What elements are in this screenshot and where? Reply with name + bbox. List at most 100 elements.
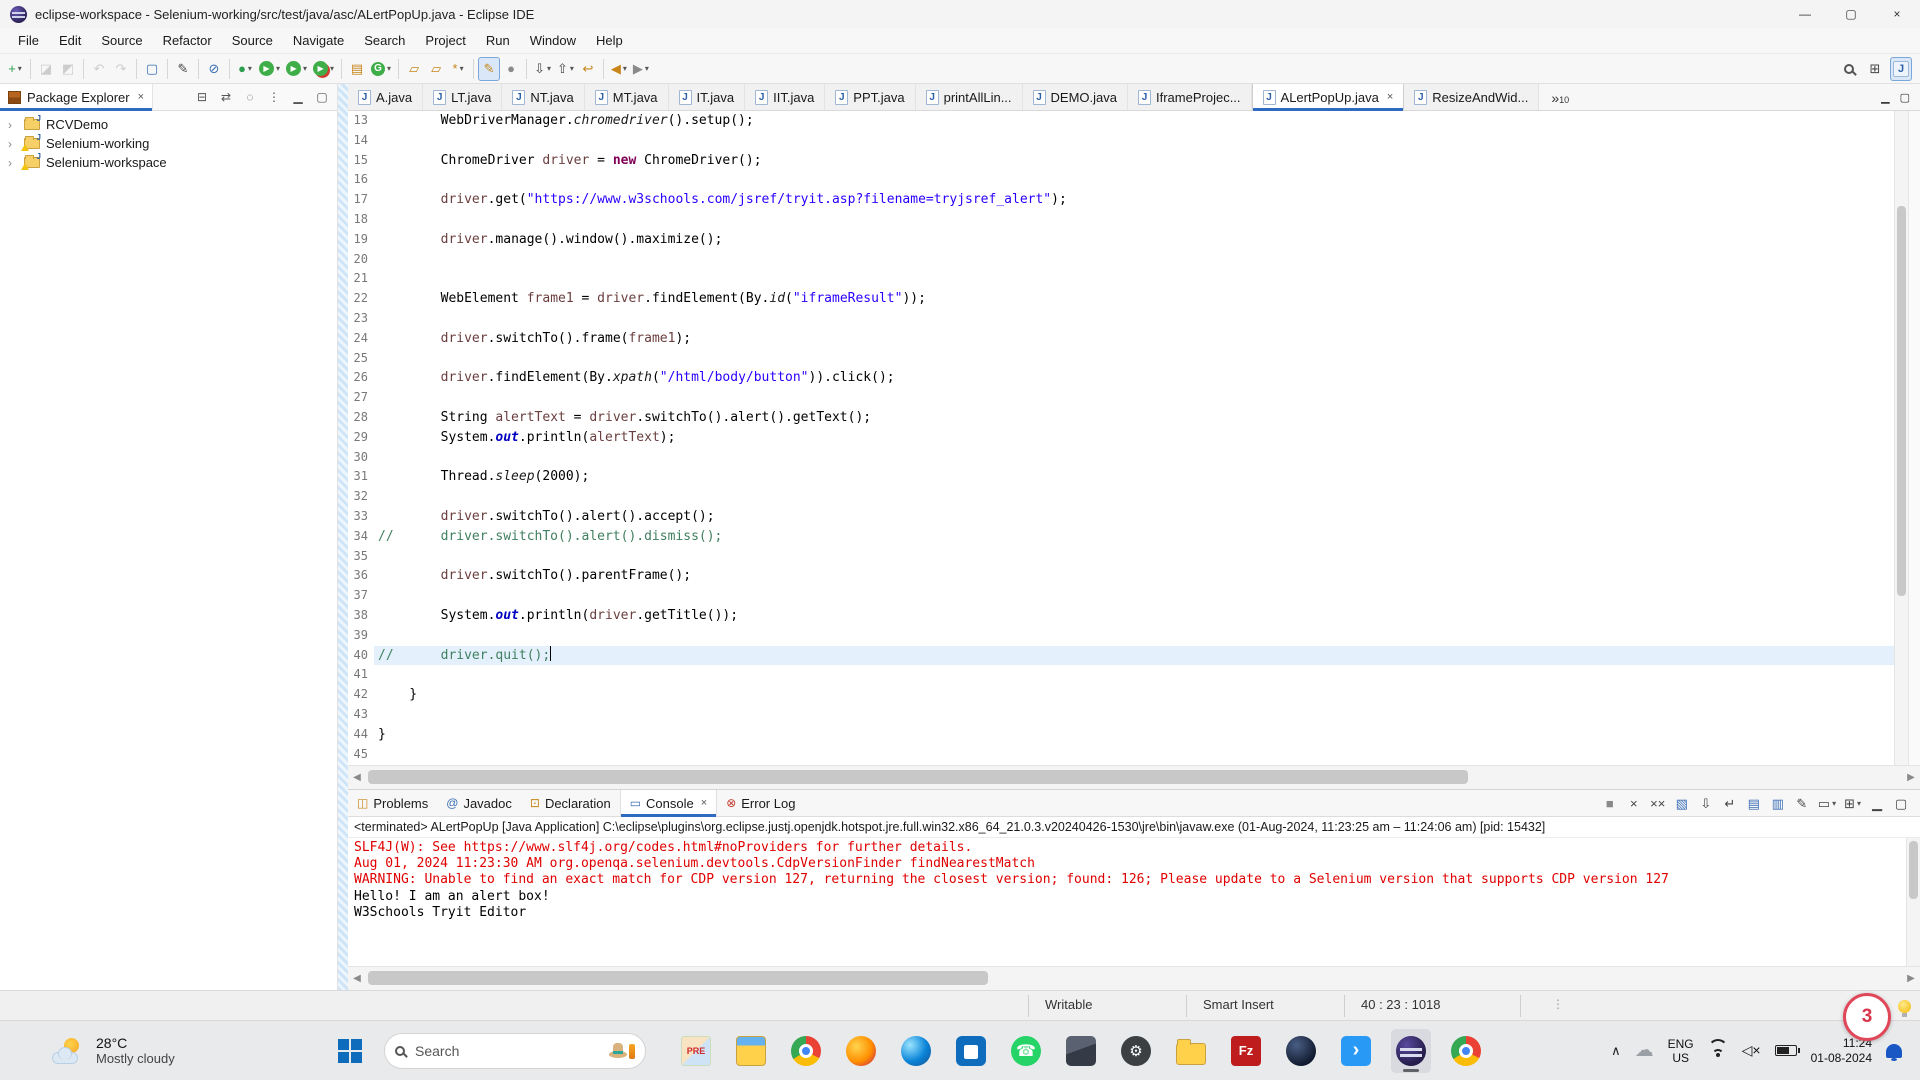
menu-navigate[interactable]: Navigate — [283, 28, 354, 54]
code-line-38[interactable]: 38 System.out.println(driver.getTitle())… — [348, 606, 1894, 626]
tray-chevron-icon[interactable]: ∧ — [1611, 1043, 1621, 1059]
line-number[interactable]: 13 — [348, 111, 374, 131]
wifi-icon[interactable] — [1708, 1043, 1728, 1059]
menu-search[interactable]: Search — [354, 28, 415, 54]
line-number[interactable]: 33 — [348, 507, 374, 527]
show-stdout-button[interactable]: ▤ — [1743, 791, 1765, 815]
menu-project[interactable]: Project — [415, 28, 475, 54]
line-number[interactable]: 43 — [348, 705, 374, 725]
undo-button[interactable]: ↶ — [88, 57, 110, 81]
line-number[interactable]: 19 — [348, 230, 374, 250]
code-line-18[interactable]: 18 — [348, 210, 1894, 230]
line-number[interactable]: 26 — [348, 368, 374, 388]
line-number[interactable]: 25 — [348, 349, 374, 369]
tree-item-selenium-workspace[interactable]: ›JSelenium-workspace — [0, 153, 337, 172]
editor-tab-iit-java[interactable]: JIIT.java — [745, 84, 825, 110]
menu-source[interactable]: Source — [222, 28, 283, 54]
code-line-43[interactable]: 43 — [348, 705, 1894, 725]
menu-source[interactable]: Source — [91, 28, 152, 54]
minimize-view-button[interactable]: ▁ — [289, 90, 307, 104]
lightbulb-icon[interactable] — [1898, 1000, 1911, 1013]
code-line-34[interactable]: 34// driver.switchTo().alert().dismiss()… — [348, 527, 1894, 547]
taskbar-app-browser-colorful[interactable] — [1446, 1029, 1486, 1073]
minimize-view-button[interactable]: ▁ — [1866, 791, 1888, 815]
line-number[interactable]: 14 — [348, 131, 374, 151]
quick-access-search-button[interactable] — [1838, 57, 1860, 81]
line-number[interactable]: 17 — [348, 190, 374, 210]
tree-item-rcvdemo[interactable]: ›JRCVDemo — [0, 115, 337, 134]
line-number[interactable]: 30 — [348, 448, 374, 468]
line-number[interactable]: 20 — [348, 250, 374, 270]
menu-help[interactable]: Help — [586, 28, 633, 54]
scroll-left-icon[interactable]: ◀ — [348, 973, 366, 984]
code-line-14[interactable]: 14 — [348, 131, 1894, 151]
code-line-44[interactable]: 44} — [348, 725, 1894, 745]
back-button-dropdown-icon[interactable]: ▾ — [623, 64, 627, 73]
insert-mode-status[interactable]: Smart Insert — [1203, 997, 1274, 1012]
mark-occurrences-button[interactable]: ✎ — [478, 57, 500, 81]
back-button[interactable]: ◀▾ — [608, 57, 630, 81]
debug-button[interactable]: ●▾ — [234, 57, 256, 81]
word-wrap-button[interactable]: ↵ — [1719, 791, 1741, 815]
tab-overflow-button[interactable]: » 10 — [1551, 90, 1569, 110]
menu-file[interactable]: File — [8, 28, 49, 54]
start-button[interactable] — [330, 1029, 370, 1073]
pin-editor-button[interactable]: ✎ — [172, 57, 194, 81]
line-number[interactable]: 36 — [348, 566, 374, 586]
line-number[interactable]: 24 — [348, 329, 374, 349]
new-button[interactable]: +▾ — [4, 57, 26, 81]
line-number[interactable]: 16 — [348, 170, 374, 190]
code-line-36[interactable]: 36 driver.switchTo().parentFrame(); — [348, 566, 1894, 586]
line-number[interactable]: 31 — [348, 467, 374, 487]
console-tab-declaration[interactable]: ⊡Declaration — [521, 790, 620, 817]
code-line-15[interactable]: 15 ChromeDriver driver = new ChromeDrive… — [348, 151, 1894, 171]
line-number[interactable]: 39 — [348, 626, 374, 646]
open-console-button-dropdown-icon[interactable]: ▾ — [1857, 799, 1861, 808]
editor-tab-alertpopup-java[interactable]: JALertPopUp.java× — [1252, 84, 1405, 110]
annotation-button[interactable]: ● — [500, 57, 522, 81]
package-explorer-tab[interactable]: Package Explorer × — [0, 84, 153, 111]
skip-all-breakpoints-button[interactable]: ⊘ — [203, 57, 225, 81]
scrollbar-thumb[interactable] — [368, 971, 988, 985]
code-line-29[interactable]: 29 System.out.println(alertText); — [348, 428, 1894, 448]
battery-icon[interactable] — [1775, 1045, 1797, 1056]
close-window-button[interactable]: × — [1874, 0, 1920, 28]
display-console-button[interactable]: ▭▾ — [1815, 791, 1839, 815]
focus-button[interactable]: ◌ — [241, 90, 259, 104]
display-console-button-dropdown-icon[interactable]: ▾ — [1832, 799, 1836, 808]
line-number[interactable]: 15 — [348, 151, 374, 171]
terminate-button[interactable]: ■ — [1599, 791, 1621, 815]
code-line-30[interactable]: 30 — [348, 448, 1894, 468]
save-all-button[interactable]: ◩ — [57, 57, 79, 81]
console-horizontal-scrollbar[interactable]: ◀ ▶ — [348, 966, 1920, 990]
open-element-button[interactable]: ▢ — [141, 57, 163, 81]
code-editor[interactable]: 13 WebDriverManager.chromedriver().setup… — [348, 111, 1920, 765]
save-button[interactable]: ◪ — [35, 57, 57, 81]
minimize-window-button[interactable]: — — [1782, 0, 1828, 28]
open-resource-button[interactable]: ▱ — [425, 57, 447, 81]
weather-widget[interactable]: 28°C Mostly cloudy — [0, 1035, 330, 1066]
line-number[interactable]: 45 — [348, 745, 374, 765]
console-vertical-scrollbar[interactable] — [1906, 838, 1920, 966]
taskbar-app-filezilla[interactable]: Fz — [1226, 1029, 1266, 1073]
close-view-icon[interactable]: × — [138, 91, 144, 103]
line-number[interactable]: 37 — [348, 586, 374, 606]
open-task-button[interactable]: ▱ — [403, 57, 425, 81]
line-number[interactable]: 23 — [348, 309, 374, 329]
code-pane[interactable]: 13 WebDriverManager.chromedriver().setup… — [348, 111, 1894, 765]
profile-button-dropdown-icon[interactable]: ▾ — [303, 64, 307, 73]
maximize-view-button[interactable]: ▢ — [313, 90, 331, 104]
code-line-26[interactable]: 26 driver.findElement(By.xpath("/html/bo… — [348, 368, 1894, 388]
console-tab-console[interactable]: ▭Console× — [620, 790, 717, 817]
console-output[interactable]: SLF4J(W): See https://www.slf4j.org/code… — [348, 838, 1920, 966]
taskbar-app-edge[interactable] — [896, 1029, 936, 1073]
taskbar-app-chrome[interactable] — [786, 1029, 826, 1073]
taskbar-app-settings[interactable]: ⚙ — [1116, 1029, 1156, 1073]
scroll-lock-button[interactable]: ⇩ — [1695, 791, 1717, 815]
debug-button-dropdown-icon[interactable]: ▾ — [248, 64, 252, 73]
line-number[interactable]: 28 — [348, 408, 374, 428]
scroll-right-icon[interactable]: ▶ — [1902, 772, 1920, 783]
taskbar-app-eclipse-ide[interactable] — [1391, 1029, 1431, 1073]
coverage-button-dropdown-icon[interactable]: ▾ — [330, 64, 334, 73]
code-line-25[interactable]: 25 — [348, 349, 1894, 369]
